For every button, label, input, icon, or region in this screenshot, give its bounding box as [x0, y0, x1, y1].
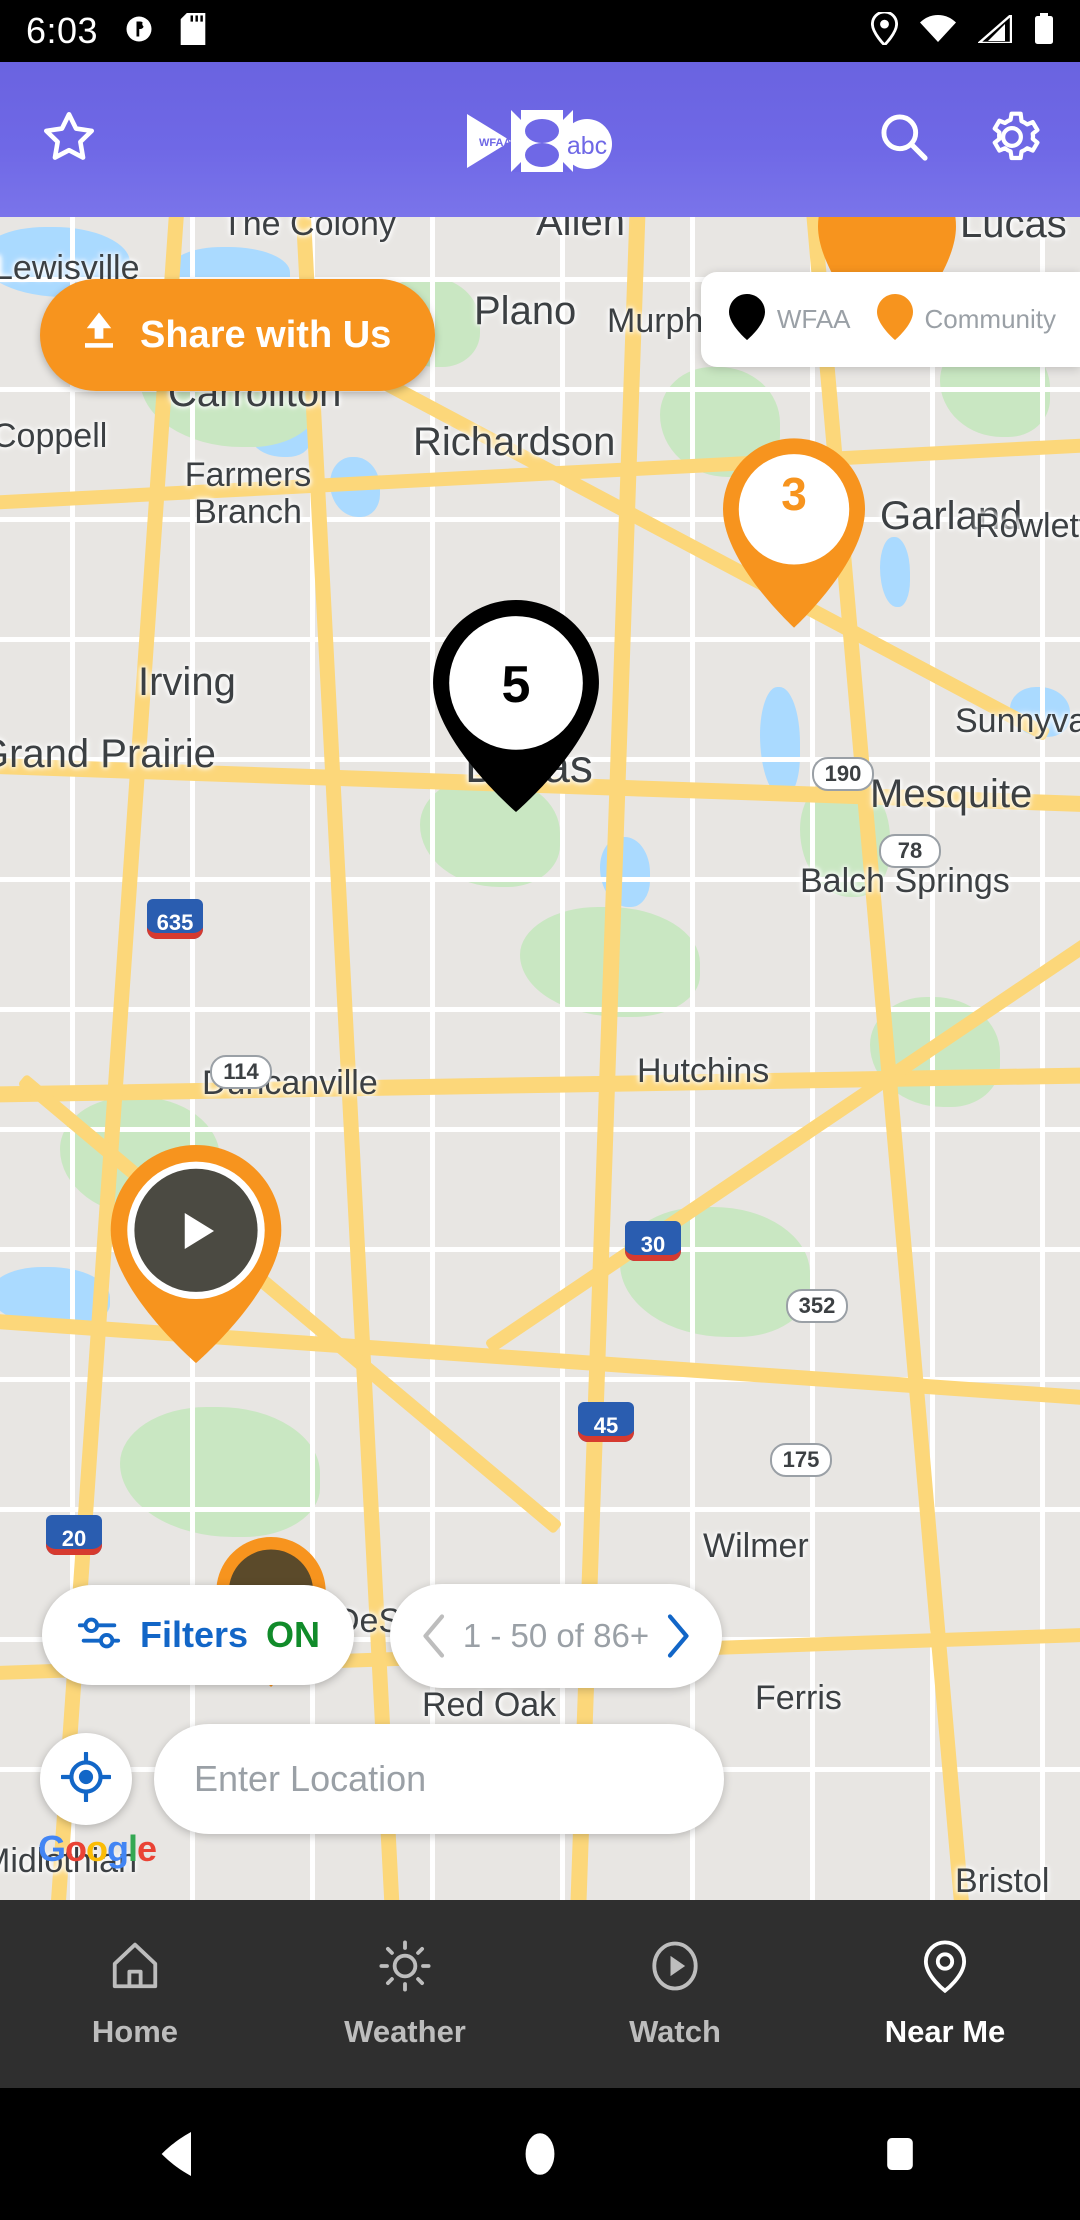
chevron-right-icon[interactable] — [658, 1612, 694, 1660]
map-label-ferris: Ferris — [755, 1679, 842, 1717]
notification-icon — [124, 14, 154, 49]
map-shield-175: 175 — [770, 1443, 832, 1477]
filters-state: ON — [266, 1614, 321, 1655]
status-bar-left: 6:03 — [26, 10, 206, 52]
map-shield-114: 114 — [210, 1055, 272, 1089]
legend-item-wfaa: WFAA — [728, 294, 851, 345]
legend-label-community: Community — [924, 304, 1056, 334]
map-label-plano: Plano — [474, 289, 577, 333]
map-label-the-colony: The Colony — [222, 217, 396, 243]
google-attribution: Google — [38, 1828, 157, 1869]
status-bar-right — [870, 10, 1054, 50]
location-input[interactable] — [154, 1724, 724, 1834]
back-triangle-icon[interactable] — [0, 2130, 360, 2178]
wifi-icon — [920, 14, 956, 48]
battery-icon — [1034, 12, 1054, 50]
status-bar-clock: 6:03 — [26, 10, 99, 51]
map-cluster-count: 5 — [501, 656, 531, 714]
map-label-sunnyvale: Sunnyvale — [955, 702, 1080, 740]
map-shield-78: 78 — [879, 834, 941, 868]
phone-screen: 6:03 WFAA abc Allen Lucas Plano Murphy C… — [0, 0, 1080, 2220]
map-label-bristol: Bristol — [955, 1862, 1050, 1900]
star-icon[interactable] — [40, 108, 98, 171]
map-label-wilmer: Wilmer — [703, 1527, 809, 1565]
map-label-rowlett: Rowlett — [975, 507, 1080, 545]
filters-button[interactable]: Filters ON — [42, 1585, 355, 1685]
wfaa-abc-logo: WFAA abc — [465, 108, 615, 179]
map-cluster-count: 3 — [781, 468, 807, 520]
map-shield-45: 45 — [578, 1402, 634, 1442]
sd-card-icon — [180, 12, 206, 50]
map-street — [1040, 217, 1045, 1900]
home-icon — [108, 1939, 162, 1998]
app-bar-actions — [876, 109, 1040, 170]
map-video-marker[interactable] — [110, 1145, 282, 1363]
filter-sliders-icon — [76, 1610, 122, 1661]
nav-label-near-me: Near Me — [884, 2013, 1006, 2049]
bottom-navigation: Home Weather Watch Near Me — [0, 1900, 1080, 2088]
share-with-us-button[interactable]: Share with Us — [40, 279, 436, 391]
share-with-us-label: Share with Us — [140, 313, 392, 356]
nav-item-home[interactable]: Home — [0, 1939, 270, 2050]
map-cluster-marker-3[interactable]: 3 — [723, 438, 865, 628]
location-icon — [870, 10, 899, 50]
map-park-patch — [120, 1407, 320, 1537]
play-icon — [110, 1145, 282, 1317]
map-label-grand-prairie: Grand Prairie — [0, 732, 216, 776]
cellular-icon — [975, 11, 1013, 48]
map-view[interactable]: Allen Lucas Plano Murphy Carrollton Rich… — [0, 217, 1080, 1900]
map-water-patch — [760, 687, 800, 797]
map-label-mesquite: Mesquite — [870, 772, 1033, 816]
map-label-irving: Irving — [138, 660, 236, 704]
map-label-richardson: Richardson — [413, 420, 616, 464]
play-circle-icon — [648, 1939, 702, 1998]
map-street — [0, 1127, 1080, 1132]
my-location-button[interactable] — [40, 1733, 132, 1825]
map-label-allen: Allen — [536, 217, 625, 244]
nav-item-watch[interactable]: Watch — [540, 1939, 810, 2050]
search-icon[interactable] — [876, 109, 932, 170]
map-label-coppell: Coppell — [0, 417, 108, 455]
map-pin-icon — [876, 294, 913, 345]
upload-icon — [78, 309, 120, 361]
nav-item-weather[interactable]: Weather — [270, 1939, 540, 2050]
map-street — [0, 1007, 1080, 1012]
map-shield-635: 635 — [147, 899, 203, 939]
app-bar: WFAA abc — [0, 62, 1080, 217]
map-legend: WFAA Community — [700, 272, 1080, 367]
map-cluster-marker-5[interactable]: 5 — [432, 600, 600, 812]
map-label-hutchins: Hutchins — [637, 1052, 770, 1090]
legend-item-community: Community — [876, 294, 1056, 345]
pagination-bar: 1 - 50 of 86+ — [390, 1584, 722, 1688]
map-shield-30: 30 — [625, 1221, 681, 1261]
map-label-lucas: Lucas — [960, 217, 1067, 246]
logo-wfaa-text: WFAA — [479, 137, 511, 149]
sun-icon — [378, 1939, 432, 1998]
nav-label-home: Home — [91, 2013, 179, 2049]
recents-square-icon[interactable] — [720, 2130, 1080, 2178]
map-label-red-oak: Red Oak — [422, 1686, 557, 1724]
map-label-farmers-branch: Farmers Branch — [184, 456, 312, 531]
status-bar: 6:03 — [0, 0, 1080, 62]
legend-label-wfaa: WFAA — [776, 304, 851, 334]
map-water-patch — [880, 537, 910, 607]
location-pin-icon — [918, 1939, 972, 1998]
map-shield-20: 20 — [46, 1515, 102, 1555]
chevron-left-icon[interactable] — [418, 1612, 454, 1660]
nav-label-watch: Watch — [629, 2013, 721, 2049]
my-location-icon — [59, 1750, 113, 1807]
android-navigation-bar — [0, 2088, 1080, 2220]
map-shield-190: 190 — [812, 757, 874, 791]
map-shield-352: 352 — [786, 1289, 848, 1323]
nav-item-near-me[interactable]: Near Me — [810, 1939, 1080, 2050]
filters-label: Filters — [140, 1614, 249, 1655]
map-pin-icon — [728, 294, 765, 345]
gear-icon[interactable] — [984, 109, 1040, 170]
home-circle-icon[interactable] — [360, 2130, 720, 2178]
nav-label-weather: Weather — [344, 2013, 466, 2049]
logo-abc-text: abc — [567, 132, 607, 160]
pagination-label: 1 - 50 of 86+ — [462, 1617, 650, 1654]
